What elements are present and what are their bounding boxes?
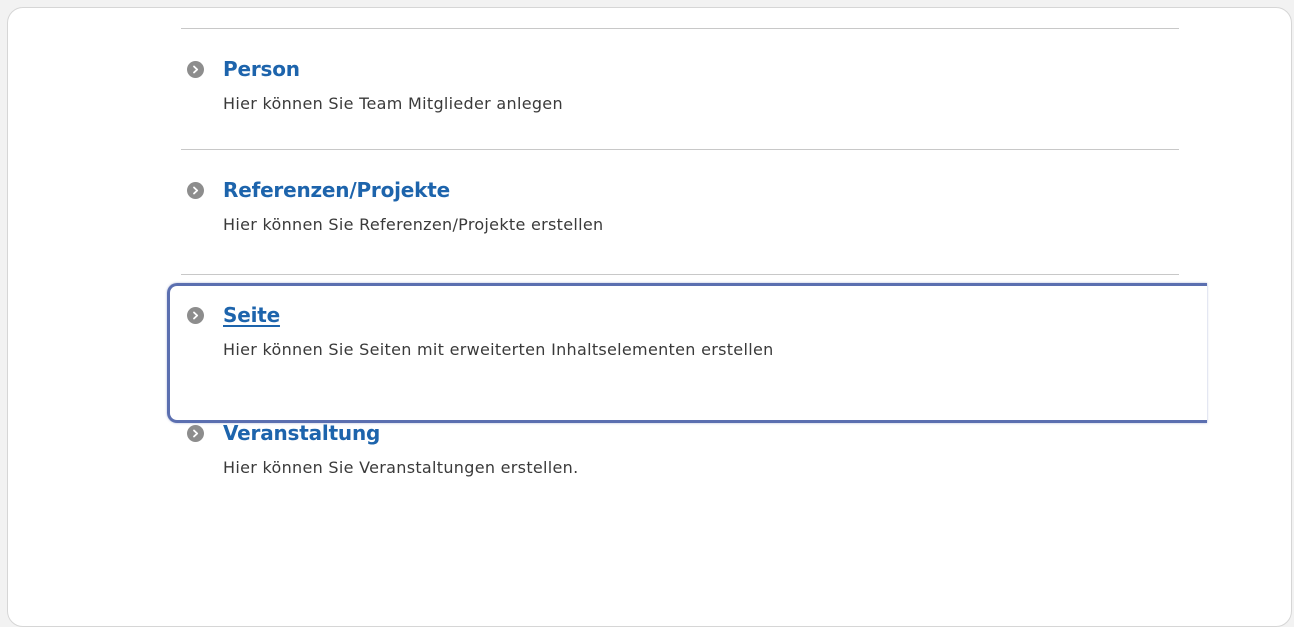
chevron-right-icon [187,424,204,442]
chevron-right-icon [187,181,204,199]
chevron-right-icon [187,60,204,78]
seite-description: Hier können Sie Seiten mit erweiterten I… [223,340,774,359]
list-item-person: Person Hier können Sie Team Mitglieder a… [181,29,1179,149]
veranstaltung-link[interactable]: Veranstaltung [223,421,380,445]
referenzen-projekte-link[interactable]: Referenzen/Projekte [223,178,450,202]
list-item-veranstaltung: Veranstaltung Hier können Sie Veranstalt… [181,399,1179,519]
content-panel: Person Hier können Sie Team Mitglieder a… [7,7,1292,627]
list-item-referenzen: Referenzen/Projekte Hier können Sie Refe… [181,150,1179,270]
person-link[interactable]: Person [223,57,300,81]
chevron-right-icon [187,306,204,324]
list-item-seite: Seite Hier können Sie Seiten mit erweite… [181,275,1179,399]
content-type-list: Person Hier können Sie Team Mitglieder a… [167,28,1207,519]
veranstaltung-description: Hier können Sie Veranstaltungen erstelle… [223,458,579,477]
person-description: Hier können Sie Team Mitglieder anlegen [223,94,563,113]
seite-link[interactable]: Seite [223,303,280,327]
referenzen-projekte-description: Hier können Sie Referenzen/Projekte erst… [223,215,604,234]
